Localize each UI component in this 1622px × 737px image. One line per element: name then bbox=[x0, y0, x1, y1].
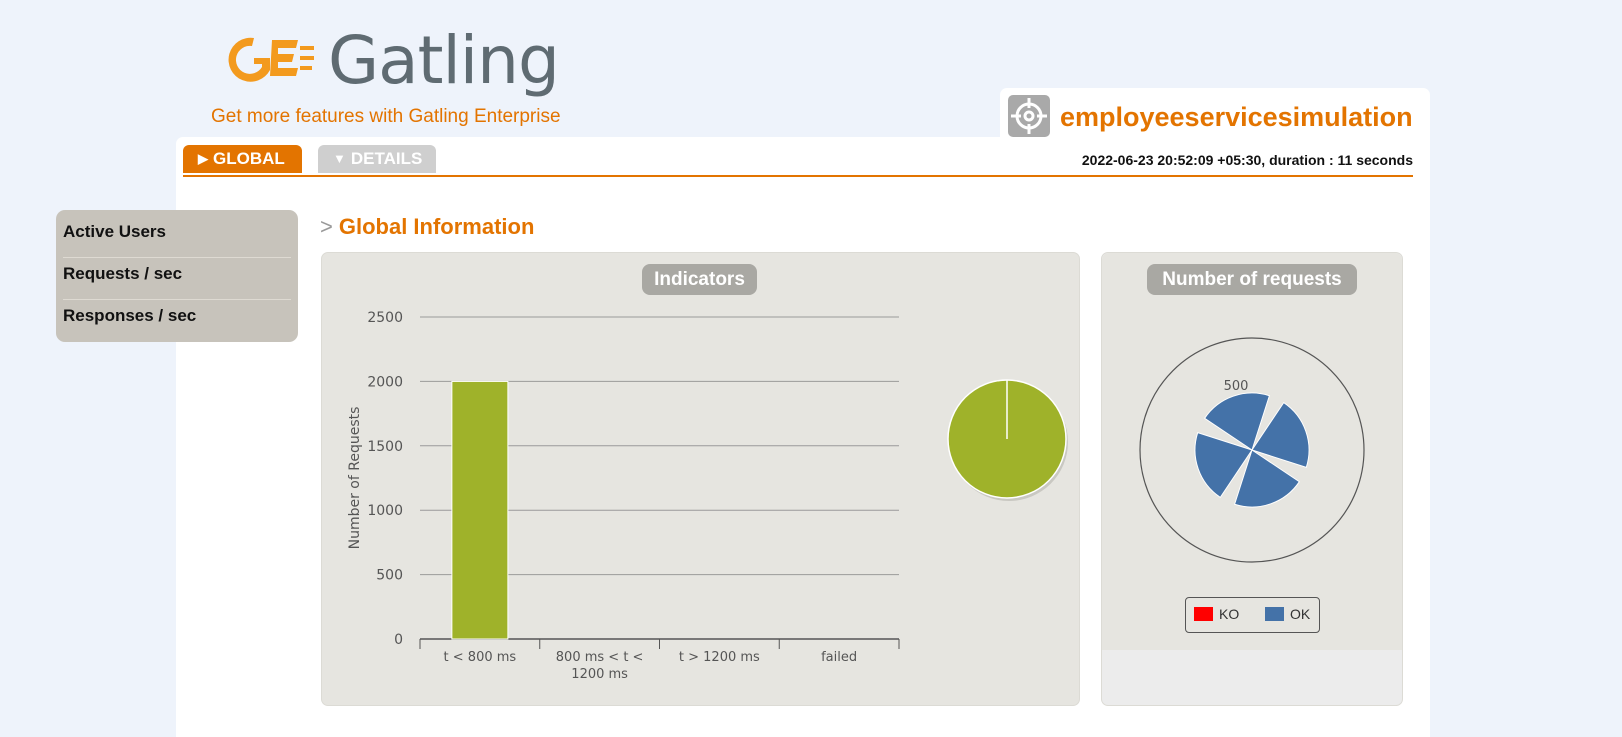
simulation-name: employeeservicesimulation bbox=[1060, 102, 1413, 132]
legend-label-ok: OK bbox=[1290, 606, 1311, 622]
section-chevron: > bbox=[320, 214, 333, 239]
requests-chart: 500 bbox=[1139, 337, 1365, 563]
gatling-logo-icon bbox=[228, 37, 314, 82]
sidebar-menu: Active Users Requests / sec Responses / … bbox=[56, 210, 298, 342]
indicators-chart: 0 500 1000 1500 2000 2500 t < 800 ms 800 ms < t… bbox=[347, 310, 1068, 682]
caret-down-icon: ▼ bbox=[333, 151, 346, 166]
y-tick-label: 2000 bbox=[367, 374, 403, 390]
requests-legend: KO OK bbox=[1185, 597, 1320, 633]
x-tick-label: 800 ms < t <1200 ms bbox=[556, 650, 644, 682]
tab-details[interactable]: ▼ DETAILS bbox=[318, 145, 436, 173]
tab-divider bbox=[183, 175, 1413, 177]
x-tick-label: t > 1200 ms bbox=[679, 650, 760, 665]
section-title-text: Global Information bbox=[338, 214, 535, 239]
y-tick-label: 1500 bbox=[367, 439, 403, 455]
legend-item-ok[interactable]: OK bbox=[1265, 606, 1310, 622]
run-info: 2022-06-23 20:52:09 +05:30, duration : 1… bbox=[1081, 152, 1413, 168]
sidebar-item-responses-per-sec[interactable]: Responses / sec bbox=[63, 300, 291, 342]
bar bbox=[451, 380, 509, 640]
legend-item-ko[interactable]: KO bbox=[1194, 606, 1239, 622]
tab-details-label: DETAILS bbox=[350, 149, 423, 168]
x-tick-label: failed bbox=[821, 650, 857, 665]
legend-label-ko: KO bbox=[1219, 606, 1240, 622]
caret-right-icon: ▶ bbox=[198, 151, 208, 166]
enterprise-link[interactable]: Get more features with Gatling Enterpris… bbox=[211, 106, 561, 128]
section-title: > Global Information bbox=[320, 214, 534, 240]
x-tick-label: t < 800 ms bbox=[444, 650, 517, 665]
requests-panel: Number of requests 500 KO OK bbox=[1101, 252, 1403, 706]
legend-swatch-ko bbox=[1194, 607, 1213, 621]
sidebar-item-active-users[interactable]: Active Users bbox=[63, 216, 291, 258]
y-tick-label: 0 bbox=[394, 632, 403, 648]
tab-global[interactable]: ▶ GLOBAL bbox=[183, 145, 302, 173]
legend-swatch-ok bbox=[1265, 607, 1284, 621]
logo-text: Gatling bbox=[328, 22, 560, 99]
indicators-panel: Indicators 0 500 1000 1500 2000 2500 t < 800 m… bbox=[321, 252, 1080, 706]
y-tick-label: 1000 bbox=[367, 503, 403, 519]
y-tick-label: 2500 bbox=[367, 310, 403, 326]
gatling-logo: Gatling bbox=[224, 22, 564, 99]
y-tick-label: 500 bbox=[376, 568, 403, 584]
pie-data-label: 500 bbox=[1224, 379, 1249, 394]
target-icon bbox=[1008, 95, 1050, 137]
sidebar-item-requests-per-sec[interactable]: Requests / sec bbox=[63, 258, 291, 300]
tab-global-label: GLOBAL bbox=[213, 149, 285, 168]
y-axis-label: Number of Requests bbox=[347, 407, 363, 550]
